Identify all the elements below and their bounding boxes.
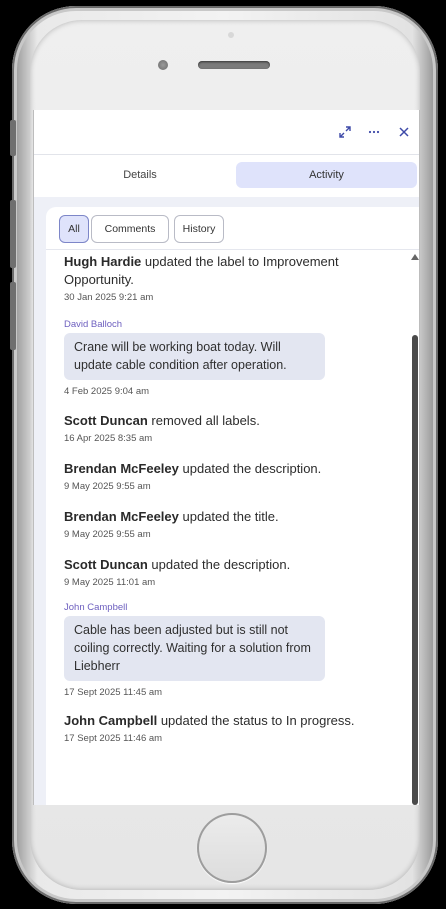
app-screen: Details Activity All Comments History Hu… [33, 110, 420, 805]
phone-volume-down [10, 282, 16, 350]
activity-action: removed all labels. [151, 413, 260, 428]
activity-panel: All Comments History Hugh Hardie updated… [46, 207, 419, 805]
phone-speaker [198, 61, 270, 69]
activity-item: Brendan McFeeley updated the description… [64, 460, 384, 492]
activity-timestamp: 9 May 2025 11:01 am [64, 577, 156, 588]
activity-timestamp: 9 May 2025 9:55 am [64, 529, 151, 540]
tab-details[interactable]: Details [58, 162, 222, 188]
tab-activity[interactable]: Activity [236, 162, 417, 188]
filter-all[interactable]: All [59, 215, 89, 243]
activity-actor: Scott Duncan [64, 557, 148, 572]
activity-actor: Brendan McFeeley [64, 509, 179, 524]
activity-item: Brendan McFeeley updated the title. 9 Ma… [64, 508, 384, 540]
activity-actor: John Campbell [64, 713, 158, 728]
filter-history[interactable]: History [174, 215, 224, 243]
activity-timestamp: 30 Jan 2025 9:21 am [64, 292, 154, 303]
activity-action: updated the description. [182, 461, 322, 476]
activity-actor: Hugh Hardie [64, 254, 142, 269]
close-icon[interactable] [394, 122, 414, 142]
tab-bar: Details Activity [34, 155, 419, 197]
comment-item: David Balloch Crane will be working boat… [64, 319, 384, 397]
activity-filters: All Comments History [46, 207, 419, 250]
activity-timestamp: 16 Apr 2025 8:35 am [64, 433, 153, 444]
comment-author: David Balloch [64, 319, 123, 330]
activity-actor: Brendan McFeeley [64, 461, 179, 476]
activity-item: John Campbell updated the status to In p… [64, 712, 384, 744]
home-button[interactable] [197, 813, 267, 883]
activity-action: updated the description. [151, 557, 291, 572]
phone-camera [158, 60, 168, 70]
activity-timestamp: 9 May 2025 9:55 am [64, 481, 151, 492]
scrollbar-thumb[interactable] [412, 335, 418, 805]
phone-mute-switch [10, 120, 16, 156]
comment-bubble: Cable has been adjusted but is still not… [64, 616, 325, 681]
activity-timestamp: 17 Sept 2025 11:45 am [64, 687, 163, 698]
activity-action: updated the title. [182, 509, 279, 524]
activity-actor: Scott Duncan [64, 413, 148, 428]
activity-feed: Hugh Hardie updated the label to Improve… [64, 253, 384, 744]
feed-scrollbar[interactable] [410, 249, 419, 805]
activity-timestamp: 17 Sept 2025 11:46 am [64, 733, 163, 744]
comment-item: John Campbell Cable has been adjusted bu… [64, 602, 384, 698]
top-bar [34, 110, 419, 155]
comment-author: John Campbell [64, 602, 128, 613]
activity-action: updated the status to In progress. [160, 713, 355, 728]
activity-timestamp: 4 Feb 2025 9:04 am [64, 386, 150, 397]
phone-volume-up [10, 200, 16, 268]
comment-bubble: Crane will be working boat today. Will u… [64, 333, 325, 380]
filter-comments[interactable]: Comments [91, 215, 169, 243]
phone-sensor [228, 32, 234, 38]
activity-item: Hugh Hardie updated the label to Improve… [64, 253, 384, 303]
activity-item: Scott Duncan updated the description. 9 … [64, 556, 384, 588]
more-icon[interactable] [364, 122, 384, 142]
scroll-up-arrow-icon[interactable] [411, 254, 419, 260]
expand-icon[interactable] [335, 122, 355, 142]
activity-item: Scott Duncan removed all labels. 16 Apr … [64, 412, 384, 444]
